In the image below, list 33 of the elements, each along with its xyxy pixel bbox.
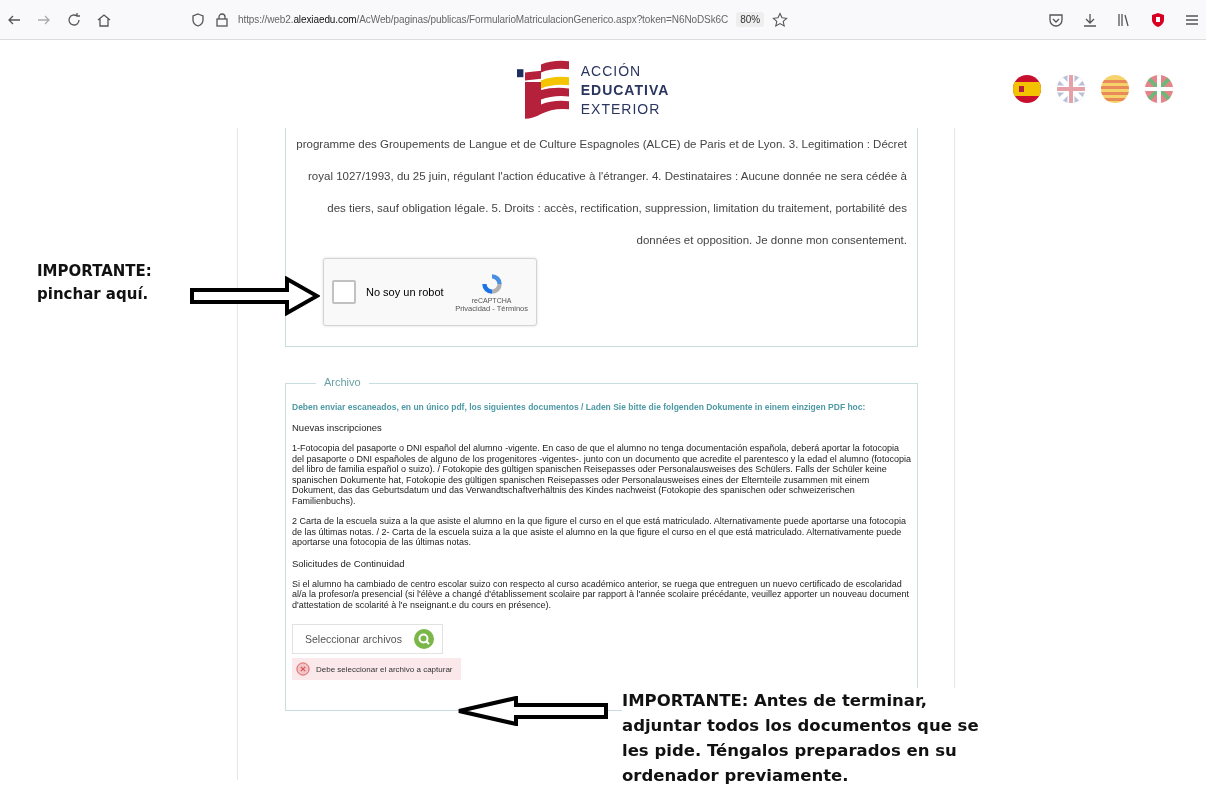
- logo-text: EXTERIOR: [580, 99, 662, 119]
- spain-flag-icon[interactable]: [1012, 74, 1042, 104]
- paragraph: 1-Fotocopia del pasaporte o DNI español del alumno -vigente. En caso de que el alumno no tenga documentación española, deberá aportar la fotocopia del pasaporte o DNI españoles de alguno de los progenitores -vigentes-. junto con un documento que acredite el parentesco y la edad el alumno (fotocopia del libro de familia español o suizo). / Fotokopie des gültigen spanischen Reisepasses oder Personalausweises des Schülers. Falls der Schüler keine spanischen Dokumente hat, Fotokopie des gültigen spanischen Reisepasses oder Personalausweises eines der Elternteile zusammen mit einem Dokument, das das Geburtsdatum und das Verwandtschaftverhältnis des Kindes nachweist (Fotokopie des spanischen oder schweizerischen Familienbuchs).: [292, 443, 911, 506]
- basque-flag-icon[interactable]: [1144, 74, 1174, 104]
- archive-legend: Archivo: [316, 376, 369, 388]
- annotation-text: IMPORTANTE: pinchar aquí.: [37, 261, 153, 305]
- error-icon: [296, 662, 310, 676]
- logo-text: ACCIÓN: [580, 61, 643, 81]
- consent-text: programme des Groupements de Langue et de Culture Espagnoles (ALCE) de Paris et de Lyon. 3. Legitimation : Décret royal 1027/1993, du 25 juin, régulant l'action éducative à l'étranger. 4. Destinataires : Aucune donnée ne sera cédée à des tiers, sauf obligation légale. 5. Droits : accès, rectification, suppression, limitation du traitement, portabilité des données et opposition. Je donne mon consentement.: [296, 137, 907, 248]
- error-text: Debe seleccionar el archivo a capturar: [316, 664, 453, 674]
- lock-icon: [214, 11, 230, 28]
- arrow-left-icon: [456, 696, 608, 726]
- captcha-label: No soy un robot: [366, 286, 444, 298]
- paragraph: 2 Carta de la escuela suiza a la que asiste el alumno en la que figure el curso en el que está matriculado. Alternativamente puede aportarse una fotocopia de las últimas notas. / 2- Carta de la escuela suiza a la que asiste el alumno en la que figure el curso en el que está matriculado. Alternativamente puede aportarse una fotocopia de las últimas notas.: [292, 516, 907, 548]
- captcha-checkbox[interactable]: [332, 280, 356, 304]
- paragraph: Si el alumno ha cambiado de centro escolar suizo con respecto al curso académico anterior, se ruega que entreguen un nuevo certificado de escolaridad al/a la profesor/a presencial (si l'élève a changé d'établissement scolaire par rapport à l'année scolaire précédante, veuillez apporter un nouveau document d'attestation de scolarité à l'e nseignant.e du cours en présence).: [292, 578, 911, 610]
- shield-icon[interactable]: [1150, 11, 1166, 28]
- library-icon[interactable]: [1116, 11, 1132, 28]
- archive-intro: Deben enviar escaneados, en un único pdf, los siguientes documentos / Laden Sie bitte die folgenden Dokumente in einem einzigen PDF hoc:: [292, 402, 867, 412]
- logo-text: EDUCATIVA: [580, 80, 670, 100]
- catalonia-flag-icon[interactable]: [1100, 74, 1130, 104]
- zoom-badge[interactable]: 80%: [736, 12, 765, 27]
- reload-icon[interactable]: [66, 11, 82, 28]
- address-bar[interactable]: https://web2.alexiaedu.com/AcWeb/paginas/publicas/FormularioMatriculacionGenerico.aspx?token=N6NoDSk6C 80%: [190, 4, 830, 35]
- arrow-right-icon: [190, 276, 320, 316]
- select-files-button[interactable]: Seleccionar archivos: [292, 624, 443, 654]
- download-icon[interactable]: [1082, 11, 1098, 28]
- section-heading: Solicitudes de Continuidad: [292, 557, 406, 569]
- shield-icon: [190, 11, 206, 28]
- star-icon[interactable]: [772, 11, 789, 28]
- section-heading: Nuevas inscripciones: [292, 422, 383, 433]
- search-icon: [413, 629, 434, 649]
- url-text: https://web2.alexiaedu.com/AcWeb/paginas/publicas/FormularioMatriculacionGenerico.aspx?token=N6NoDSk6C: [238, 14, 729, 25]
